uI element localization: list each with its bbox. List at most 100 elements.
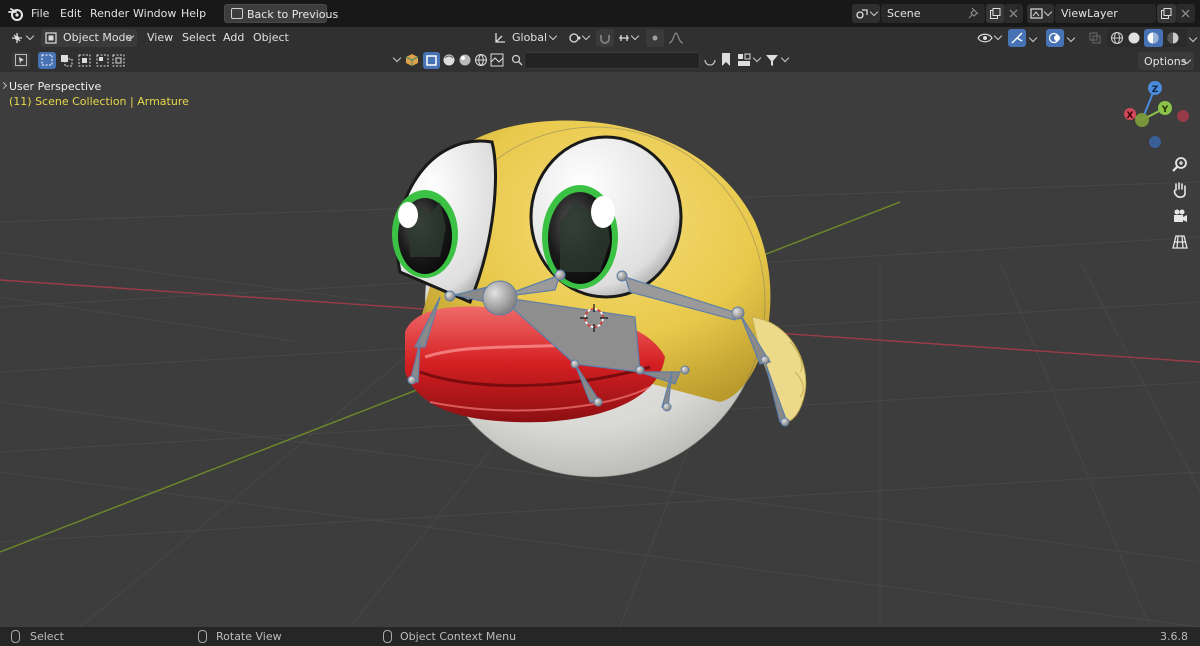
snap-icon — [600, 35, 610, 44]
rendered-shading-icon[interactable] — [1166, 31, 1180, 45]
mouse-left-icon — [11, 630, 20, 643]
mode-label: Object Mode — [63, 31, 133, 44]
snap-toggle[interactable] — [596, 29, 614, 47]
editor-type-icon — [12, 33, 22, 43]
menu-select[interactable]: Select — [182, 31, 216, 44]
gizmo-x-label: X — [1127, 111, 1134, 121]
mouse-right-icon — [383, 630, 392, 643]
proportional-falloff-dropdown[interactable] — [666, 29, 686, 47]
mode-dropdown[interactable]: Object Mode — [41, 29, 137, 47]
menu-edit[interactable]: Edit — [60, 7, 81, 20]
chevron-down-icon[interactable] — [1066, 33, 1076, 43]
viewport-header: Object Mode View Select Add Object Globa… — [0, 27, 1200, 49]
wireframe-shading-icon[interactable] — [1110, 31, 1124, 45]
select-new-icon — [41, 54, 53, 66]
overlay-icon — [1048, 32, 1060, 44]
left-eye — [392, 139, 497, 304]
pan-button[interactable] — [1168, 178, 1192, 202]
pin-icon[interactable] — [968, 7, 980, 19]
navigation-gizmo[interactable]: Z Y X — [1124, 81, 1189, 148]
chevron-down-icon — [581, 31, 591, 41]
zoom-button[interactable] — [1168, 152, 1192, 176]
material-preview-active[interactable] — [1144, 29, 1163, 47]
menu-object[interactable]: Object — [253, 31, 289, 44]
layout-icon[interactable] — [737, 53, 751, 67]
gizmo-z-label: Z — [1152, 85, 1159, 95]
texture-icon[interactable] — [490, 53, 504, 67]
object-type-icon[interactable] — [405, 53, 419, 67]
box-icon — [426, 55, 437, 66]
overlay-toggle[interactable] — [1046, 29, 1064, 47]
search-input[interactable] — [524, 52, 700, 69]
object-visibility-dropdown[interactable] — [975, 29, 1005, 47]
back-to-previous-button[interactable]: Back to Previous — [224, 4, 338, 23]
pivot-point-dropdown[interactable] — [566, 29, 592, 47]
chevron-down-icon[interactable] — [752, 53, 762, 63]
chevron-down-icon[interactable] — [392, 53, 402, 63]
menu-view[interactable]: View — [147, 31, 173, 44]
filter-active-button[interactable] — [423, 52, 440, 69]
menu-window[interactable]: Window — [133, 7, 176, 20]
zoom-icon — [1172, 157, 1187, 172]
options-label: Options — [1144, 55, 1187, 68]
menu-help[interactable]: Help — [181, 7, 206, 20]
tool-settings-row: Options — [0, 49, 1200, 72]
scene-name: Scene — [887, 7, 921, 20]
version-label: 3.6.8 — [1160, 630, 1188, 643]
transform-orientation-dropdown[interactable]: Global — [490, 29, 560, 47]
bookmark-icon[interactable] — [720, 52, 732, 67]
select-new-button[interactable] — [38, 52, 56, 69]
proportional-editing-toggle[interactable] — [646, 29, 664, 47]
chevron-down-icon[interactable] — [1188, 33, 1198, 43]
gizmo-toggle[interactable] — [1008, 29, 1026, 47]
new-scene-button[interactable] — [986, 4, 1005, 23]
menu-file[interactable]: File — [31, 7, 49, 20]
scene-name-field[interactable]: Scene — [881, 4, 985, 23]
active-tool-button[interactable] — [12, 52, 30, 69]
sphere-icon[interactable] — [442, 53, 456, 67]
xray-toggle[interactable] — [1086, 29, 1104, 47]
viewport-scene: Z Y X — [0, 81, 1200, 627]
select-subtract-icon[interactable] — [78, 54, 91, 67]
chevron-down-icon — [25, 31, 35, 41]
world-icon[interactable] — [474, 53, 488, 67]
chevron-down-icon[interactable] — [1028, 33, 1038, 43]
menu-render[interactable]: Render — [90, 7, 129, 20]
xray-icon — [1089, 32, 1101, 44]
back-button-label: Back to Previous — [247, 8, 339, 21]
new-view-layer-button[interactable] — [1157, 4, 1176, 23]
blender-logo-icon[interactable] — [8, 6, 24, 22]
transform-icon — [495, 33, 505, 43]
3d-viewport[interactable]: Z Y X User Perspective (11) Scene Collec… — [0, 72, 1200, 627]
shading-mode-group — [1107, 29, 1187, 47]
filter-icon[interactable] — [765, 53, 779, 67]
options-dropdown[interactable]: Options — [1138, 52, 1194, 70]
select-extend-icon[interactable] — [60, 54, 73, 67]
view-layer-browse-button[interactable] — [1027, 4, 1054, 23]
delete-scene-button[interactable] — [1004, 4, 1023, 23]
view-layer-name-field[interactable]: ViewLayer — [1055, 4, 1156, 23]
search-icon — [511, 54, 523, 66]
snap-target-dropdown[interactable] — [616, 29, 642, 47]
editor-type-button[interactable] — [8, 29, 36, 47]
perspective-toggle-button[interactable] — [1168, 230, 1192, 254]
chevron-down-icon[interactable] — [780, 53, 790, 63]
delete-view-layer-button[interactable] — [1176, 4, 1195, 23]
status-rotate-view: Rotate View — [216, 630, 282, 643]
toggle-icon[interactable] — [703, 53, 717, 67]
select-invert-icon[interactable] — [96, 54, 109, 67]
chevron-down-icon — [548, 31, 558, 41]
material-sphere-icon[interactable] — [458, 53, 472, 67]
close-icon — [1009, 9, 1018, 18]
select-intersect-icon[interactable] — [112, 54, 125, 67]
select-mode-icons — [38, 52, 125, 69]
scene-browse-button[interactable] — [852, 4, 880, 23]
copy-icon — [1161, 8, 1172, 19]
top-menu-bar: File Edit Render Window Help Back to Pre… — [0, 0, 1200, 27]
camera-view-button[interactable] — [1168, 204, 1192, 228]
solid-shading-icon[interactable] — [1127, 31, 1141, 45]
chevron-down-icon — [993, 31, 1003, 41]
viewport-collection-info: (11) Scene Collection | Armature — [9, 95, 189, 108]
mouse-middle-icon — [198, 630, 207, 643]
menu-add[interactable]: Add — [223, 31, 244, 44]
